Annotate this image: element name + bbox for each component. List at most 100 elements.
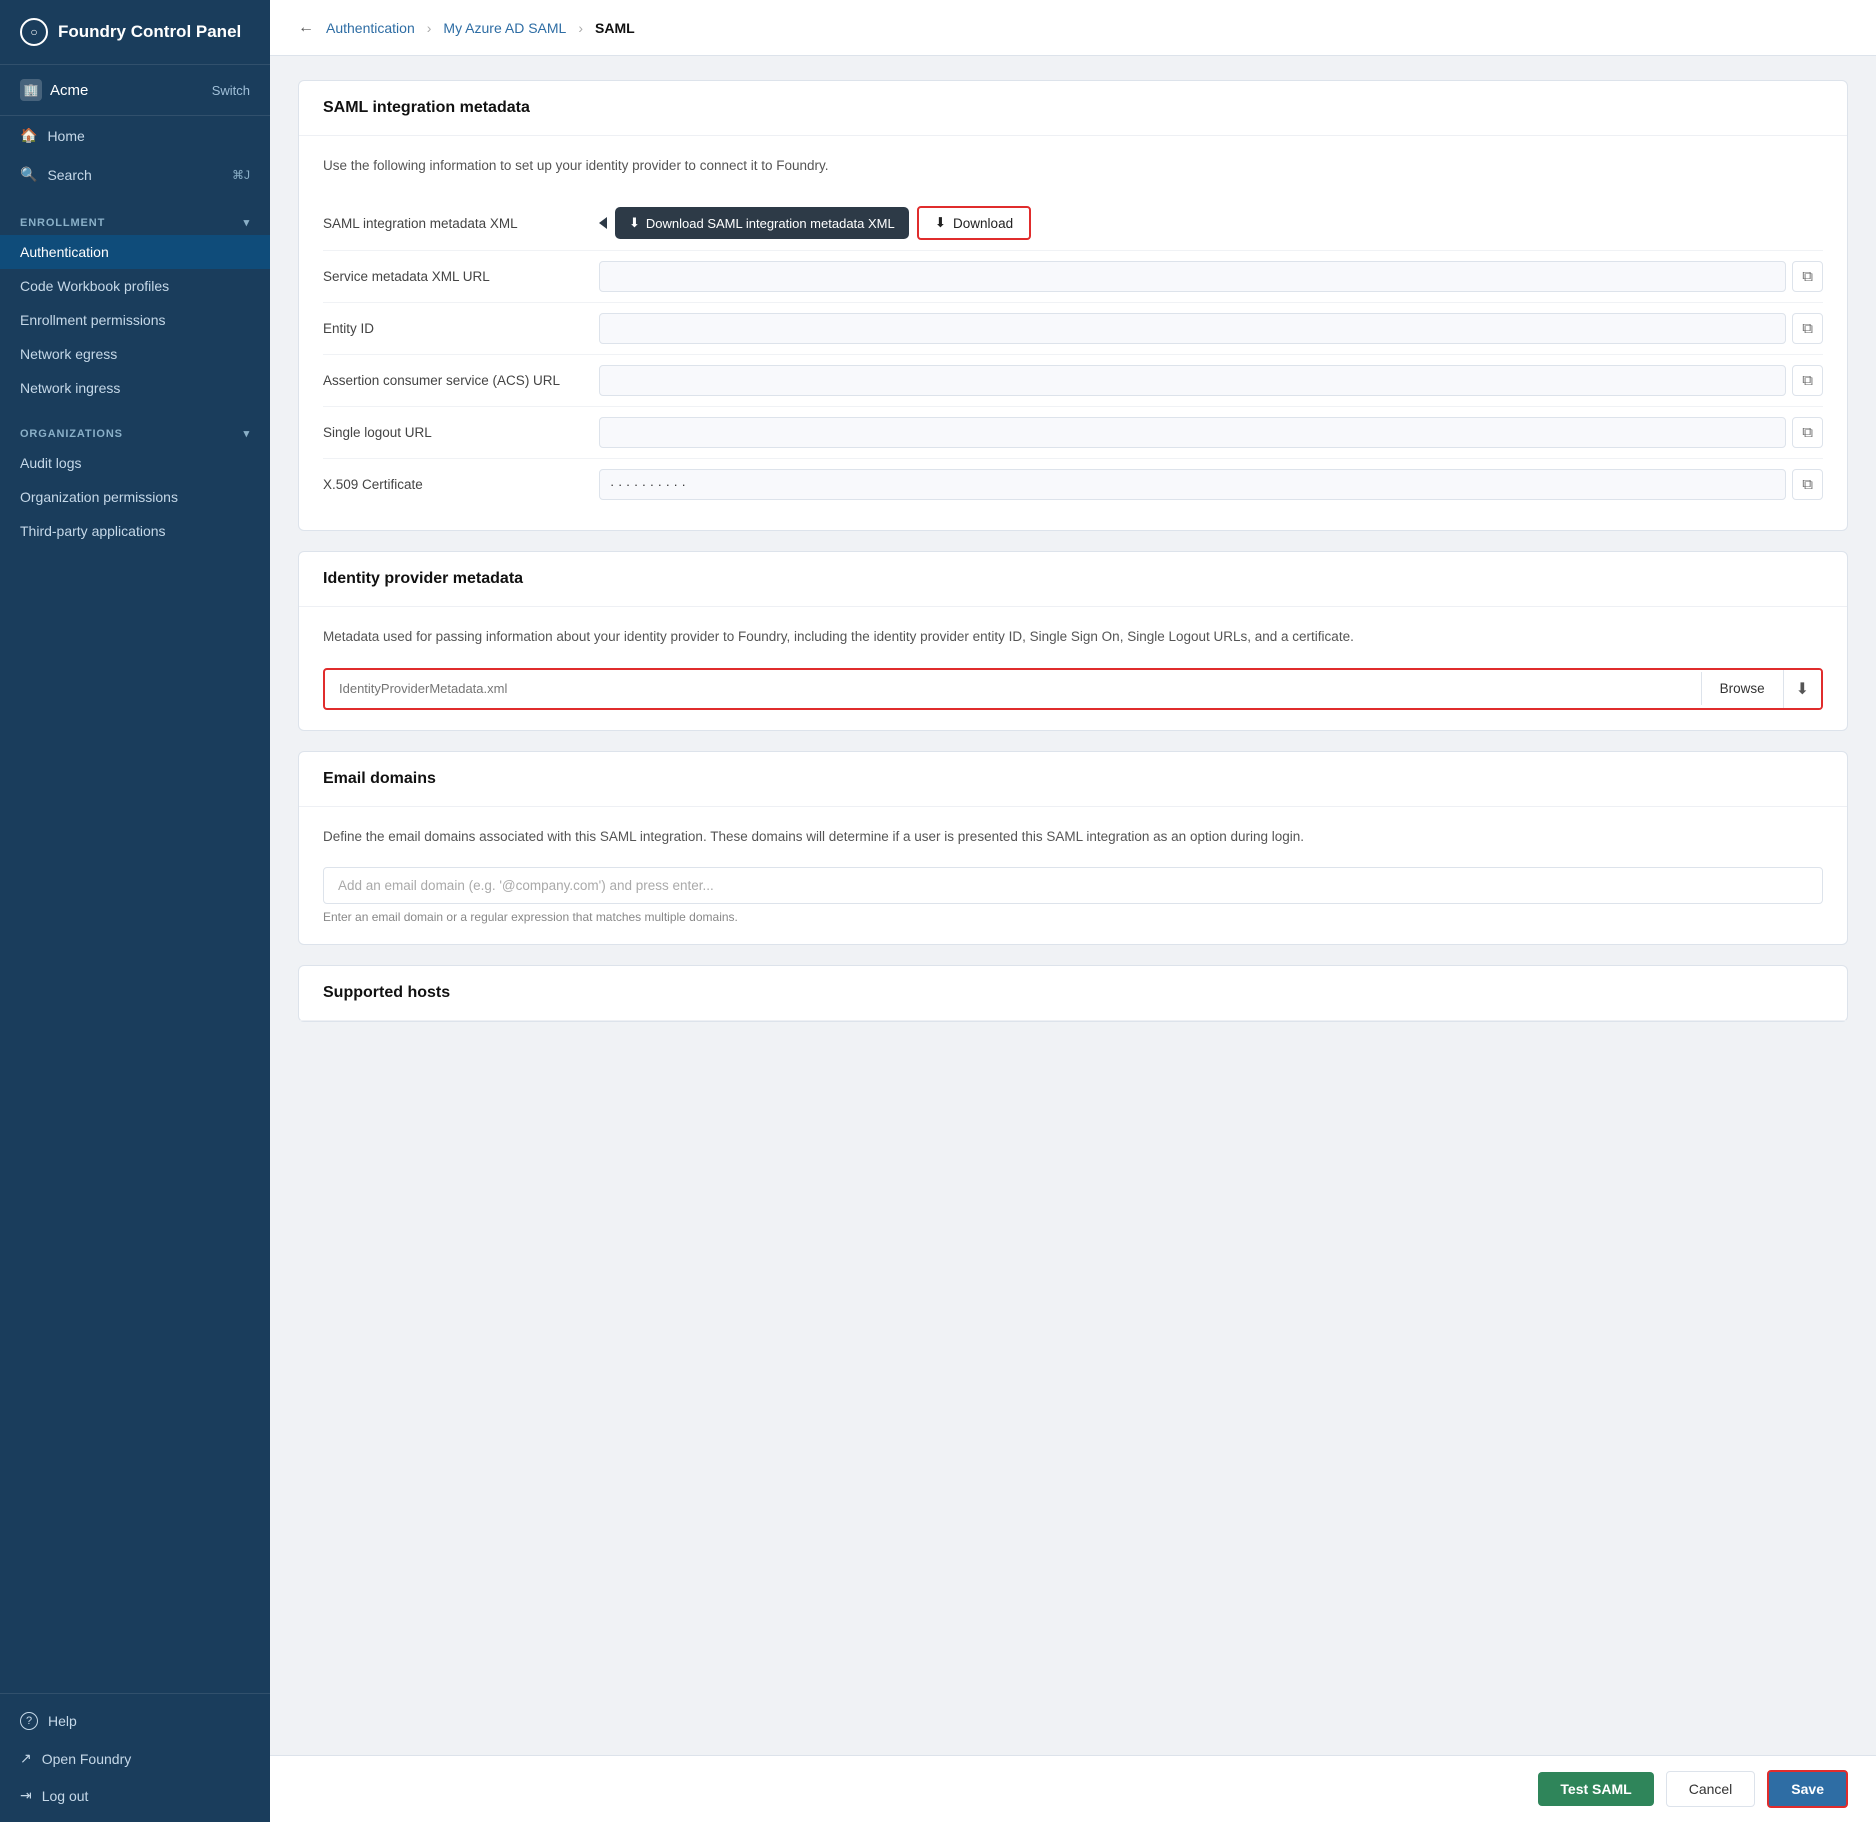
tooltip-text: Download SAML integration metadata XML (646, 216, 895, 231)
service-url-input[interactable] (599, 261, 1786, 292)
entity-id-input[interactable] (599, 313, 1786, 344)
email-domains-title: Email domains (323, 770, 1823, 788)
meta-label-x509: X.509 Certificate (323, 477, 583, 492)
sidebar-item-label: Open Foundry (42, 1751, 132, 1767)
saml-metadata-header: SAML integration metadata (299, 81, 1847, 136)
sidebar-item-home[interactable]: 🏠 Home (0, 116, 270, 155)
section-organizations-header: ORGANIZATIONS ▾ (0, 413, 270, 446)
sidebar-item-org-permissions[interactable]: Organization permissions (0, 480, 270, 514)
meta-label-entity-id: Entity ID (323, 321, 583, 336)
breadcrumb-current: SAML (595, 20, 635, 36)
identity-provider-card: Identity provider metadata Metadata used… (298, 551, 1848, 730)
saml-metadata-title: SAML integration metadata (323, 99, 1823, 117)
tooltip-arrow (599, 217, 607, 229)
download-button[interactable]: ⬇ Download (917, 206, 1031, 240)
logout-icon: ⇥ (20, 1787, 32, 1804)
copy-service-url-button[interactable]: ⧉ (1792, 261, 1823, 292)
cancel-button[interactable]: Cancel (1666, 1771, 1756, 1807)
sidebar-item-code-workbook-profiles[interactable]: Code Workbook profiles (0, 269, 270, 303)
sidebar-bottom: ? Help ↗ Open Foundry ⇥ Log out (0, 1693, 270, 1822)
main-content: ← Authentication › My Azure AD SAML › SA… (270, 0, 1876, 1822)
upload-download-icon-button[interactable]: ⬇ (1783, 670, 1821, 708)
back-button[interactable]: ← (298, 19, 314, 37)
email-domains-card: Email domains Define the email domains a… (298, 751, 1848, 945)
breadcrumb-authentication[interactable]: Authentication (326, 20, 415, 36)
supported-hosts-title: Supported hosts (323, 984, 1823, 1002)
meta-row-xml: SAML integration metadata XML ⬇ Download… (323, 196, 1823, 251)
supported-hosts-header: Supported hosts (299, 966, 1847, 1021)
saml-metadata-card: SAML integration metadata Use the follow… (298, 80, 1848, 531)
switch-button[interactable]: Switch (212, 83, 250, 98)
sidebar-item-label: Log out (42, 1788, 89, 1804)
tooltip-box: ⬇ Download SAML integration metadata XML (615, 207, 909, 239)
meta-row-logout-url: Single logout URL ⧉ (323, 407, 1823, 459)
sidebar-item-audit-logs[interactable]: Audit logs (0, 446, 270, 480)
download-icon-tooltip: ⬇ (629, 215, 640, 231)
email-domain-input[interactable] (323, 867, 1823, 904)
meta-value-logout-url: ⧉ (599, 417, 1823, 448)
copy-acs-url-button[interactable]: ⧉ (1792, 365, 1823, 396)
copy-entity-id-button[interactable]: ⧉ (1792, 313, 1823, 344)
download-label: Download (953, 216, 1013, 231)
identity-provider-header: Identity provider metadata (299, 552, 1847, 607)
search-icon: 🔍 (20, 166, 37, 183)
identity-provider-desc: Metadata used for passing information ab… (323, 627, 1823, 647)
sidebar-item-network-egress[interactable]: Network egress (0, 337, 270, 371)
content-area: SAML integration metadata Use the follow… (270, 56, 1876, 1822)
meta-row-entity-id: Entity ID ⧉ (323, 303, 1823, 355)
meta-value-acs-url: ⧉ (599, 365, 1823, 396)
meta-value-x509: ⧉ (599, 469, 1823, 500)
sidebar-item-log-out[interactable]: ⇥ Log out (0, 1777, 270, 1814)
sidebar-item-enrollment-permissions[interactable]: Enrollment permissions (0, 303, 270, 337)
search-shortcut: ⌘J (232, 168, 250, 182)
section-enrollment-header: ENROLLMENT ▾ (0, 202, 270, 235)
sidebar-item-third-party[interactable]: Third-party applications (0, 514, 270, 548)
home-icon: 🏠 (20, 127, 37, 144)
meta-value-entity-id: ⧉ (599, 313, 1823, 344)
meta-row-x509: X.509 Certificate ⧉ (323, 459, 1823, 510)
meta-value-service-url: ⧉ (599, 261, 1823, 292)
breadcrumb-bar: ← Authentication › My Azure AD SAML › SA… (270, 0, 1876, 56)
org-name: Acme (50, 82, 88, 99)
saml-metadata-body: Use the following information to set up … (299, 136, 1847, 530)
meta-label-xml: SAML integration metadata XML (323, 216, 583, 231)
sidebar-item-network-ingress[interactable]: Network ingress (0, 371, 270, 405)
copy-logout-url-button[interactable]: ⧉ (1792, 417, 1823, 448)
copy-x509-button[interactable]: ⧉ (1792, 469, 1823, 500)
logout-url-input[interactable] (599, 417, 1786, 448)
browse-button[interactable]: Browse (1701, 672, 1783, 705)
help-icon: ? (20, 1712, 38, 1730)
identity-provider-body: Metadata used for passing information ab… (299, 607, 1847, 729)
sidebar-item-label: Help (48, 1713, 77, 1729)
meta-row-acs-url: Assertion consumer service (ACS) URL ⧉ (323, 355, 1823, 407)
chevron-down-icon: ▾ (244, 216, 250, 229)
breadcrumb-azure[interactable]: My Azure AD SAML (443, 20, 566, 36)
email-domains-desc: Define the email domains associated with… (323, 827, 1823, 847)
sidebar-item-open-foundry[interactable]: ↗ Open Foundry (0, 1740, 270, 1777)
sidebar-item-authentication[interactable]: Authentication (0, 235, 270, 269)
download-icon: ⬇ (935, 215, 946, 231)
x509-input[interactable] (599, 469, 1786, 500)
sidebar: ○ Foundry Control Panel 🏢 Acme Switch 🏠 … (0, 0, 270, 1822)
file-upload-input[interactable] (325, 672, 1701, 705)
identity-provider-title: Identity provider metadata (323, 570, 1823, 588)
chevron-down-icon: ▾ (244, 427, 250, 440)
download-tooltip-wrap: ⬇ Download SAML integration metadata XML… (599, 206, 1823, 240)
test-saml-button[interactable]: Test SAML (1538, 1772, 1653, 1806)
supported-hosts-card: Supported hosts (298, 965, 1848, 1022)
meta-row-service-url: Service metadata XML URL ⧉ (323, 251, 1823, 303)
meta-label-acs-url: Assertion consumer service (ACS) URL (323, 373, 583, 388)
external-link-icon: ↗ (20, 1750, 32, 1767)
sidebar-item-label: Home (47, 128, 84, 144)
app-logo: ○ (20, 18, 48, 46)
email-domains-body: Define the email domains associated with… (299, 807, 1847, 944)
sidebar-header: ○ Foundry Control Panel (0, 0, 270, 65)
sidebar-item-search[interactable]: 🔍 Search ⌘J (0, 155, 270, 194)
meta-value-xml: ⬇ Download SAML integration metadata XML… (599, 206, 1823, 240)
meta-label-service-url: Service metadata XML URL (323, 269, 583, 284)
save-button[interactable]: Save (1767, 1770, 1848, 1808)
org-row: 🏢 Acme Switch (0, 65, 270, 116)
app-title: Foundry Control Panel (58, 22, 241, 42)
acs-url-input[interactable] (599, 365, 1786, 396)
sidebar-item-help[interactable]: ? Help (0, 1702, 270, 1740)
